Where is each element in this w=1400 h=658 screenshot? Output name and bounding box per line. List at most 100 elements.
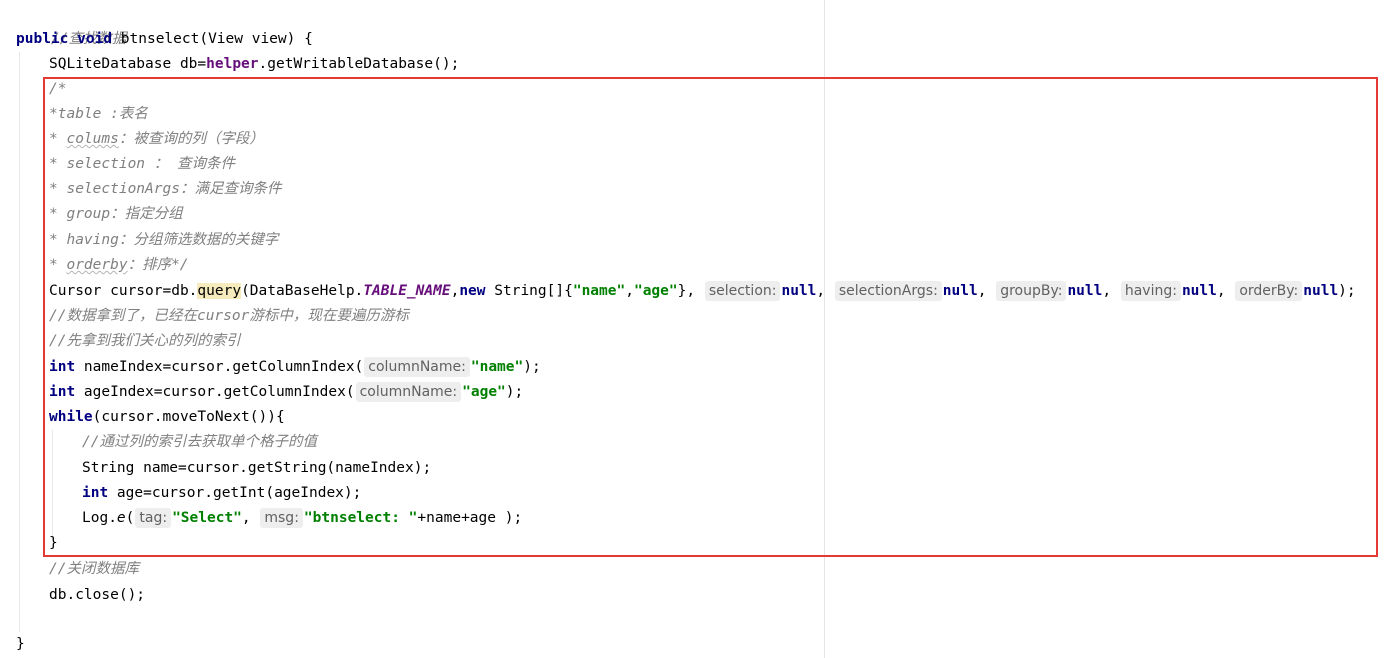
keyword: null <box>1303 283 1339 299</box>
code-text: }, <box>677 283 696 299</box>
keyword: null <box>1181 283 1217 299</box>
comment: * selection ： 查询条件 <box>49 156 235 172</box>
keyword: public <box>16 31 69 47</box>
code-text: (DataBaseHelp. <box>241 283 364 299</box>
code-line-16[interactable]: int ageIndex=cursor.getColumnIndex(colum… <box>49 380 523 405</box>
code-line-19[interactable]: String name=cursor.getString(nameIndex); <box>82 456 431 481</box>
code-text: String name=cursor.getString(nameIndex); <box>82 460 432 476</box>
code-text: ( <box>125 510 135 526</box>
field-ref: helper <box>206 56 259 72</box>
parameter-hint: tag: <box>135 508 172 528</box>
code-text: , <box>625 283 634 299</box>
code-text: SQLiteDatabase db= <box>49 56 207 72</box>
comment-text: ：被查询的列（字段） <box>118 131 264 147</box>
string-literal: "name" <box>572 283 626 299</box>
code-line-12[interactable]: Cursor cursor=db.query(DataBaseHelp.TABL… <box>49 279 1356 304</box>
keyword: null <box>942 283 978 299</box>
code-text: , <box>816 283 826 299</box>
parameter-hint: msg: <box>260 508 303 528</box>
comment: /* <box>49 81 67 97</box>
comment: * group：指定分组 <box>49 206 183 222</box>
code-line-20[interactable]: int age=cursor.getInt(ageIndex); <box>82 481 361 506</box>
parameter-hint: columnName: <box>355 382 462 402</box>
code-text: db.close(); <box>49 587 146 603</box>
keyword: void <box>77 31 113 47</box>
comment: //通过列的索引去获取单个格子的值 <box>82 434 317 450</box>
code-line-22[interactable]: } <box>49 531 58 556</box>
parameter-hint: selection: <box>704 281 781 301</box>
code-line-23[interactable]: //关闭数据库 <box>49 557 139 582</box>
comment-text: * <box>49 131 67 147</box>
spellcheck-word: colums <box>66 131 119 147</box>
code-text: .getWritableDatabase(); <box>258 56 460 72</box>
code-text: ageIndex=cursor.getColumnIndex( <box>75 384 355 400</box>
code-text: , <box>977 283 987 299</box>
comment: * colums：被查询的列（字段） <box>49 131 264 147</box>
keyword: int <box>49 384 76 400</box>
comment: * selectionArgs：满足查询条件 <box>49 181 282 197</box>
code-text: (cursor.moveToNext()){ <box>92 409 285 425</box>
code-line-1[interactable]: //查找数据 <box>16 2 126 47</box>
comment: * orderby：排序*/ <box>49 257 189 273</box>
parameter-hint: orderBy: <box>1235 281 1303 301</box>
comment: //数据拿到了，已经在cursor游标中，现在要遍历游标 <box>49 308 409 324</box>
code-line-21[interactable]: Log.e(tag: "Select", msg: "btnselect: "+na… <box>82 506 522 531</box>
code-line-7[interactable]: * selection ： 查询条件 <box>49 152 235 177</box>
code-text: age=cursor.getInt(ageIndex); <box>108 485 362 501</box>
comment: //先拿到我们关心的列的索引 <box>49 333 241 349</box>
code-line-15[interactable]: int nameIndex=cursor.getColumnIndex(colu… <box>49 355 541 380</box>
code-line-13[interactable]: //数据拿到了，已经在cursor游标中，现在要遍历游标 <box>49 304 409 329</box>
comment: *table :表名 <box>49 106 148 122</box>
comment-text: ：排序*/ <box>127 257 189 273</box>
code-text: ); <box>523 359 541 375</box>
string-literal: "age" <box>462 384 506 400</box>
spellcheck-word: orderby <box>66 257 128 273</box>
code-line-4[interactable]: /* <box>49 77 66 102</box>
code-line-14[interactable]: //先拿到我们关心的列的索引 <box>49 329 240 354</box>
code-line-2[interactable]: public void btnselect(View view) { <box>16 27 313 52</box>
parameter-hint: groupBy: <box>996 281 1067 301</box>
code-text: , <box>1216 283 1226 299</box>
code-text: String[]{ <box>485 283 573 299</box>
comment: * having：分组筛选数据的关键字 <box>49 232 279 248</box>
keyword: null <box>1067 283 1103 299</box>
method-highlight: query <box>197 283 242 299</box>
code-line-6[interactable]: * colums：被查询的列（字段） <box>49 127 264 152</box>
string-literal: "btnselect: " <box>303 510 418 526</box>
code-line-26[interactable]: } <box>16 632 25 657</box>
indent-guide <box>52 430 53 540</box>
static-method: e <box>116 510 126 526</box>
keyword: new <box>459 283 486 299</box>
comment: //关闭数据库 <box>49 561 139 577</box>
keyword: while <box>49 409 93 425</box>
string-literal: "Select" <box>172 510 242 526</box>
string-literal: "name" <box>470 359 524 375</box>
code-text: ); <box>505 384 524 400</box>
code-text: , <box>241 510 251 526</box>
code-text: nameIndex=cursor.getColumnIndex( <box>75 359 364 375</box>
method-signature: btnselect(View view) { <box>112 31 313 47</box>
code-line-11[interactable]: * orderby：排序*/ <box>49 253 189 278</box>
parameter-hint: selectionArgs: <box>834 281 942 301</box>
code-text: +name+age ); <box>417 510 523 526</box>
code-text: Log. <box>82 510 117 526</box>
code-line-8[interactable]: * selectionArgs：满足查询条件 <box>49 177 281 202</box>
code-line-9[interactable]: * group：指定分组 <box>49 202 183 227</box>
code-text: ); <box>1338 283 1356 299</box>
code-line-17[interactable]: while(cursor.moveToNext()){ <box>49 405 285 430</box>
code-line-18[interactable]: //通过列的索引去获取单个格子的值 <box>82 430 317 455</box>
code-line-10[interactable]: * having：分组筛选数据的关键字 <box>49 228 278 253</box>
parameter-hint: columnName: <box>364 357 470 377</box>
keyword: int <box>49 359 76 375</box>
code-editor[interactable]: //查找数据 public void btnselect(View view) … <box>0 0 1400 658</box>
code-line-24[interactable]: db.close(); <box>49 583 145 608</box>
parameter-hint: having: <box>1120 281 1181 301</box>
keyword: int <box>82 485 109 501</box>
constant: TABLE_NAME <box>363 283 451 299</box>
code-line-5[interactable]: *table :表名 <box>49 102 148 127</box>
code-text: , <box>1102 283 1112 299</box>
comment-text: * <box>49 257 67 273</box>
code-line-3[interactable]: SQLiteDatabase db=helper.getWritableData… <box>49 52 459 77</box>
code-text: Cursor cursor=db. <box>49 283 198 299</box>
right-margin-guide <box>824 0 825 658</box>
